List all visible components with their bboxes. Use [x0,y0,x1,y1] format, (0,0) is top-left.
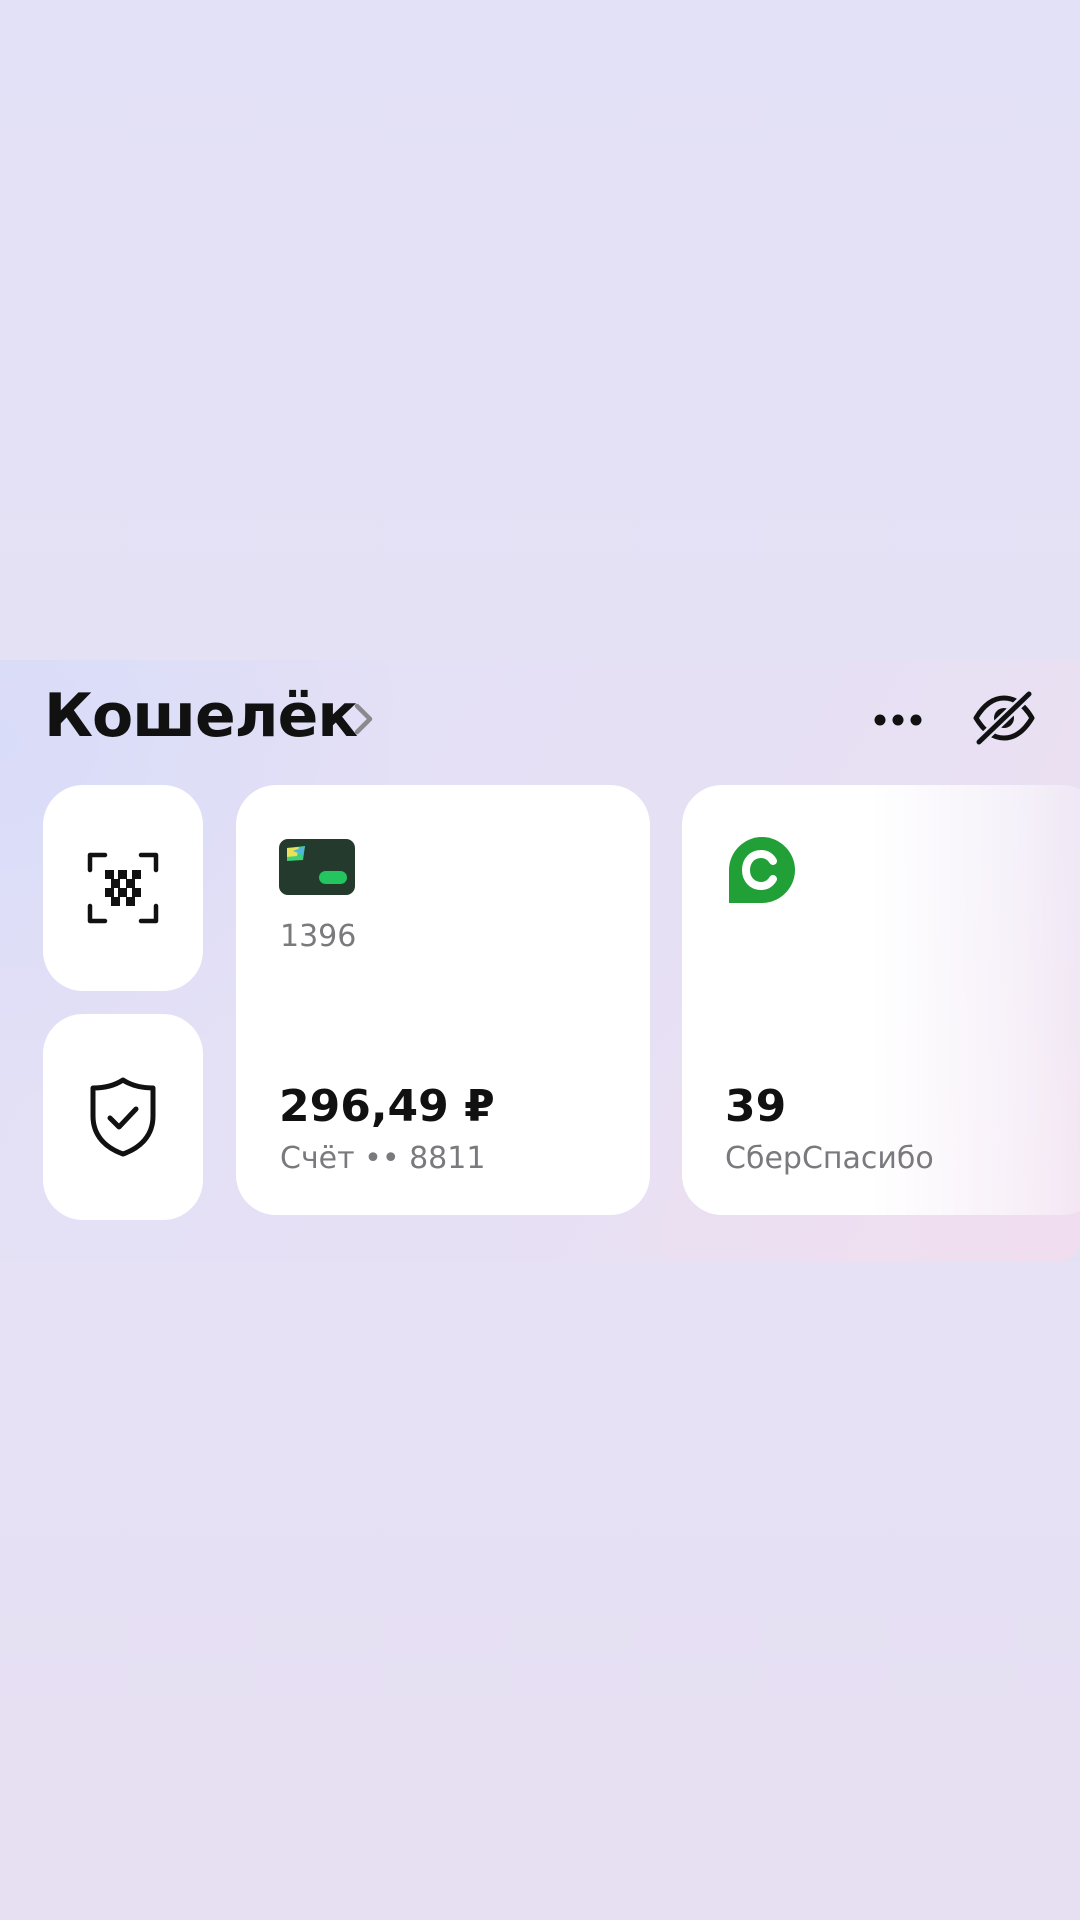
eye-crossed-icon [973,690,1035,746]
card-number: 1396 [280,919,357,954]
sberspasibo-logo [729,837,795,903]
account-caption: Счёт •• 8811 [280,1141,486,1176]
background-top [0,0,1080,660]
hide-balance-button[interactable] [970,686,1038,750]
sberspasibo-caption: СберСпасибо [725,1141,934,1176]
qr-scan-button[interactable] [43,785,203,991]
shield-check-icon [90,1077,156,1157]
wallet-widget: Кошелёк 1396 296,49 ₽ Счёт •• 8811 39 Сб… [0,660,1080,1262]
account-card[interactable]: 1396 296,49 ₽ Счёт •• 8811 [236,785,650,1215]
chevron-right-icon[interactable] [352,702,376,736]
more-button[interactable] [868,690,928,750]
sberspasibo-balance: 39 [725,1081,787,1132]
card-icon [279,839,355,895]
more-dots-icon [874,714,922,726]
qr-scan-icon [87,852,159,924]
sberspasibo-card[interactable]: 39 СберСпасибо [682,785,1080,1215]
wallet-title[interactable]: Кошелёк [44,686,358,746]
account-balance: 296,49 ₽ [279,1081,495,1132]
security-button[interactable] [43,1014,203,1220]
background-bottom [0,1262,1080,1920]
